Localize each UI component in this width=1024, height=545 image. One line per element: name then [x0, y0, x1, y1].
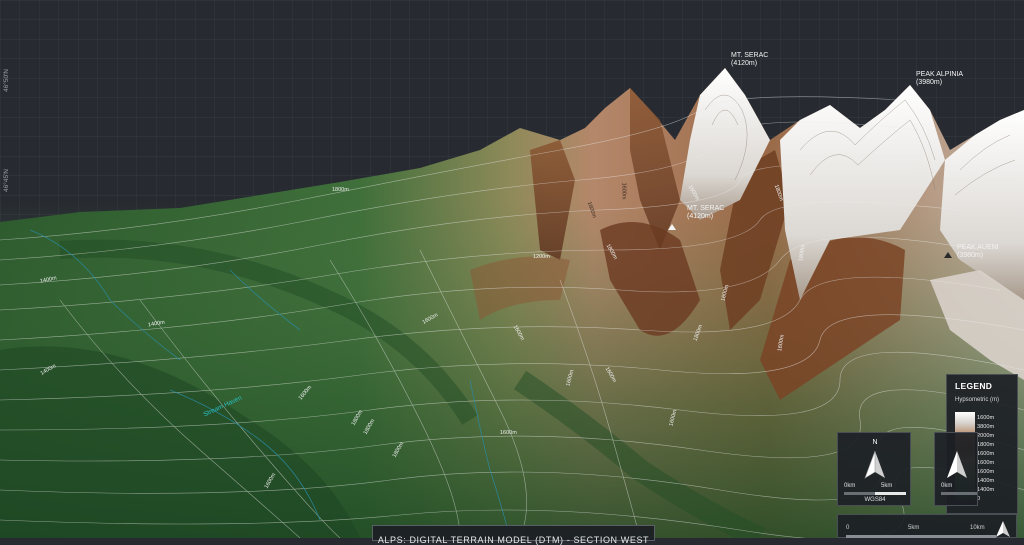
- peak-elevation: (4120m): [731, 60, 758, 68]
- legend-entry: 1600m: [977, 469, 995, 475]
- legend-entry: 1400m: [977, 487, 995, 493]
- latitude-label: 46°45'N: [3, 169, 10, 192]
- north-arrow-icon: [947, 451, 967, 478]
- map-title-bar: ALPS: DIGITAL TERRAIN MODEL (DTM) - SECT…: [372, 525, 655, 545]
- north-arrow-small-icon: [996, 521, 1010, 537]
- legend-entry: 1600m: [977, 415, 995, 421]
- peak-name: PEAK AUENI: [957, 244, 999, 251]
- legend-entry: 1600m: [977, 460, 995, 466]
- legend-entry: 2000m: [977, 433, 995, 439]
- contour-label: 1200m: [533, 254, 550, 260]
- scale-tick-label: 0: [846, 525, 850, 531]
- legend-entry: 1800m: [977, 442, 995, 448]
- north-arrow-panel: N 0km 5km WGS84: [837, 432, 911, 506]
- contour-label: 1600m: [620, 182, 627, 200]
- latitude-label: 46°50'N: [3, 69, 10, 92]
- contour-label: 1600m: [500, 430, 517, 436]
- scale-tick-label: 5km: [908, 525, 920, 531]
- scale-bar: [844, 492, 906, 495]
- peak-label-mt-serac[interactable]: MT. SERAC (4120m): [731, 52, 768, 68]
- peak-name: MT. SERAC: [731, 52, 769, 59]
- peak-name: PEAK ALPINIA: [916, 71, 964, 78]
- peak-name: MT. SERAC: [687, 205, 725, 212]
- legend-entry: 1600m: [977, 451, 995, 457]
- north-label: N: [872, 439, 878, 446]
- peak-label-peak-aueni[interactable]: PEAK AUENI (3980m): [957, 244, 999, 260]
- scale-start-label: 0km: [941, 483, 953, 489]
- scale-tick-label: 10km: [970, 525, 985, 531]
- scale-end-label: 5km: [881, 483, 893, 489]
- peak-label-peak-alpinia[interactable]: PEAK ALPINIA (3980m): [916, 71, 963, 87]
- peak-label-mt-serac-2[interactable]: MT. SERAC (4120m): [687, 205, 724, 221]
- scale-bar: [941, 492, 977, 495]
- north-arrow-icon: [864, 450, 885, 479]
- peak-elevation: (3980m): [957, 252, 984, 260]
- north-arrow-panel-duplicate: 0km: [934, 432, 978, 506]
- scale-start-label: 0km: [844, 483, 856, 489]
- legend-entry: 1400m: [977, 478, 995, 484]
- crs-label: WGS84: [864, 497, 886, 503]
- legend-title: LEGEND: [955, 381, 993, 391]
- legend-subtitle: Hypsometric (m): [955, 397, 1000, 403]
- map-title: ALPS: DIGITAL TERRAIN MODEL (DTM) - SECT…: [377, 535, 650, 545]
- legend-entry: 3800m: [977, 424, 995, 430]
- peak-elevation: (3980m): [916, 79, 943, 87]
- contour-label: 1800m: [332, 187, 349, 193]
- peak-elevation: (4120m): [687, 213, 714, 221]
